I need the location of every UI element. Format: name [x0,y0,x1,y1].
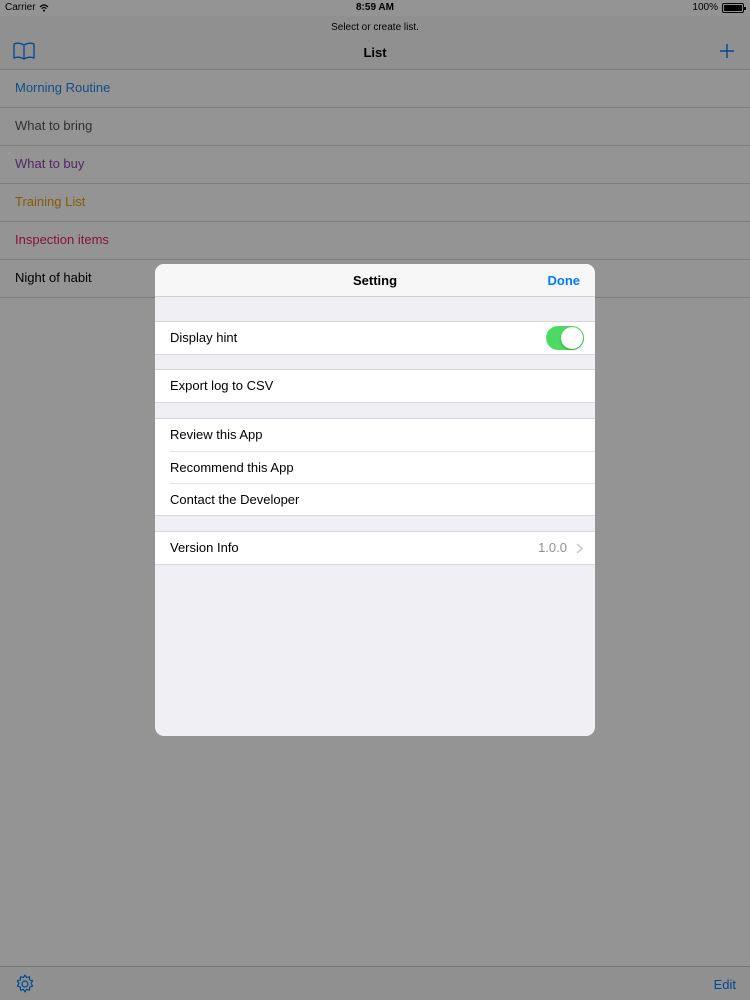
done-button[interactable]: Done [548,273,581,288]
version-info-cell[interactable]: Version Info 1.0.0 [155,532,595,564]
recommend-app-cell[interactable]: Recommend this App [170,451,595,483]
settings-section-hint: Display hint [155,321,595,355]
version-info-label: Version Info [170,540,239,555]
contact-developer-cell[interactable]: Contact the Developer [170,483,595,515]
modal-header: Setting Done [155,264,595,297]
settings-section-export: Export log to CSV [155,369,595,403]
modal-title: Setting [352,273,398,288]
review-app-cell[interactable]: Review this App [155,419,595,451]
display-hint-cell: Display hint [155,322,595,354]
settings-section-version: Version Info 1.0.0 [155,531,595,565]
settings-modal: Setting Done Display hint Export log to … [155,264,595,736]
settings-section-app: Review this App Recommend this App Conta… [155,418,595,516]
export-csv-cell[interactable]: Export log to CSV [155,370,595,402]
display-hint-toggle[interactable] [546,326,584,350]
toggle-knob [561,327,583,349]
chevron-right-icon [576,543,583,554]
version-value: 1.0.0 [538,540,567,555]
display-hint-label: Display hint [170,330,238,345]
